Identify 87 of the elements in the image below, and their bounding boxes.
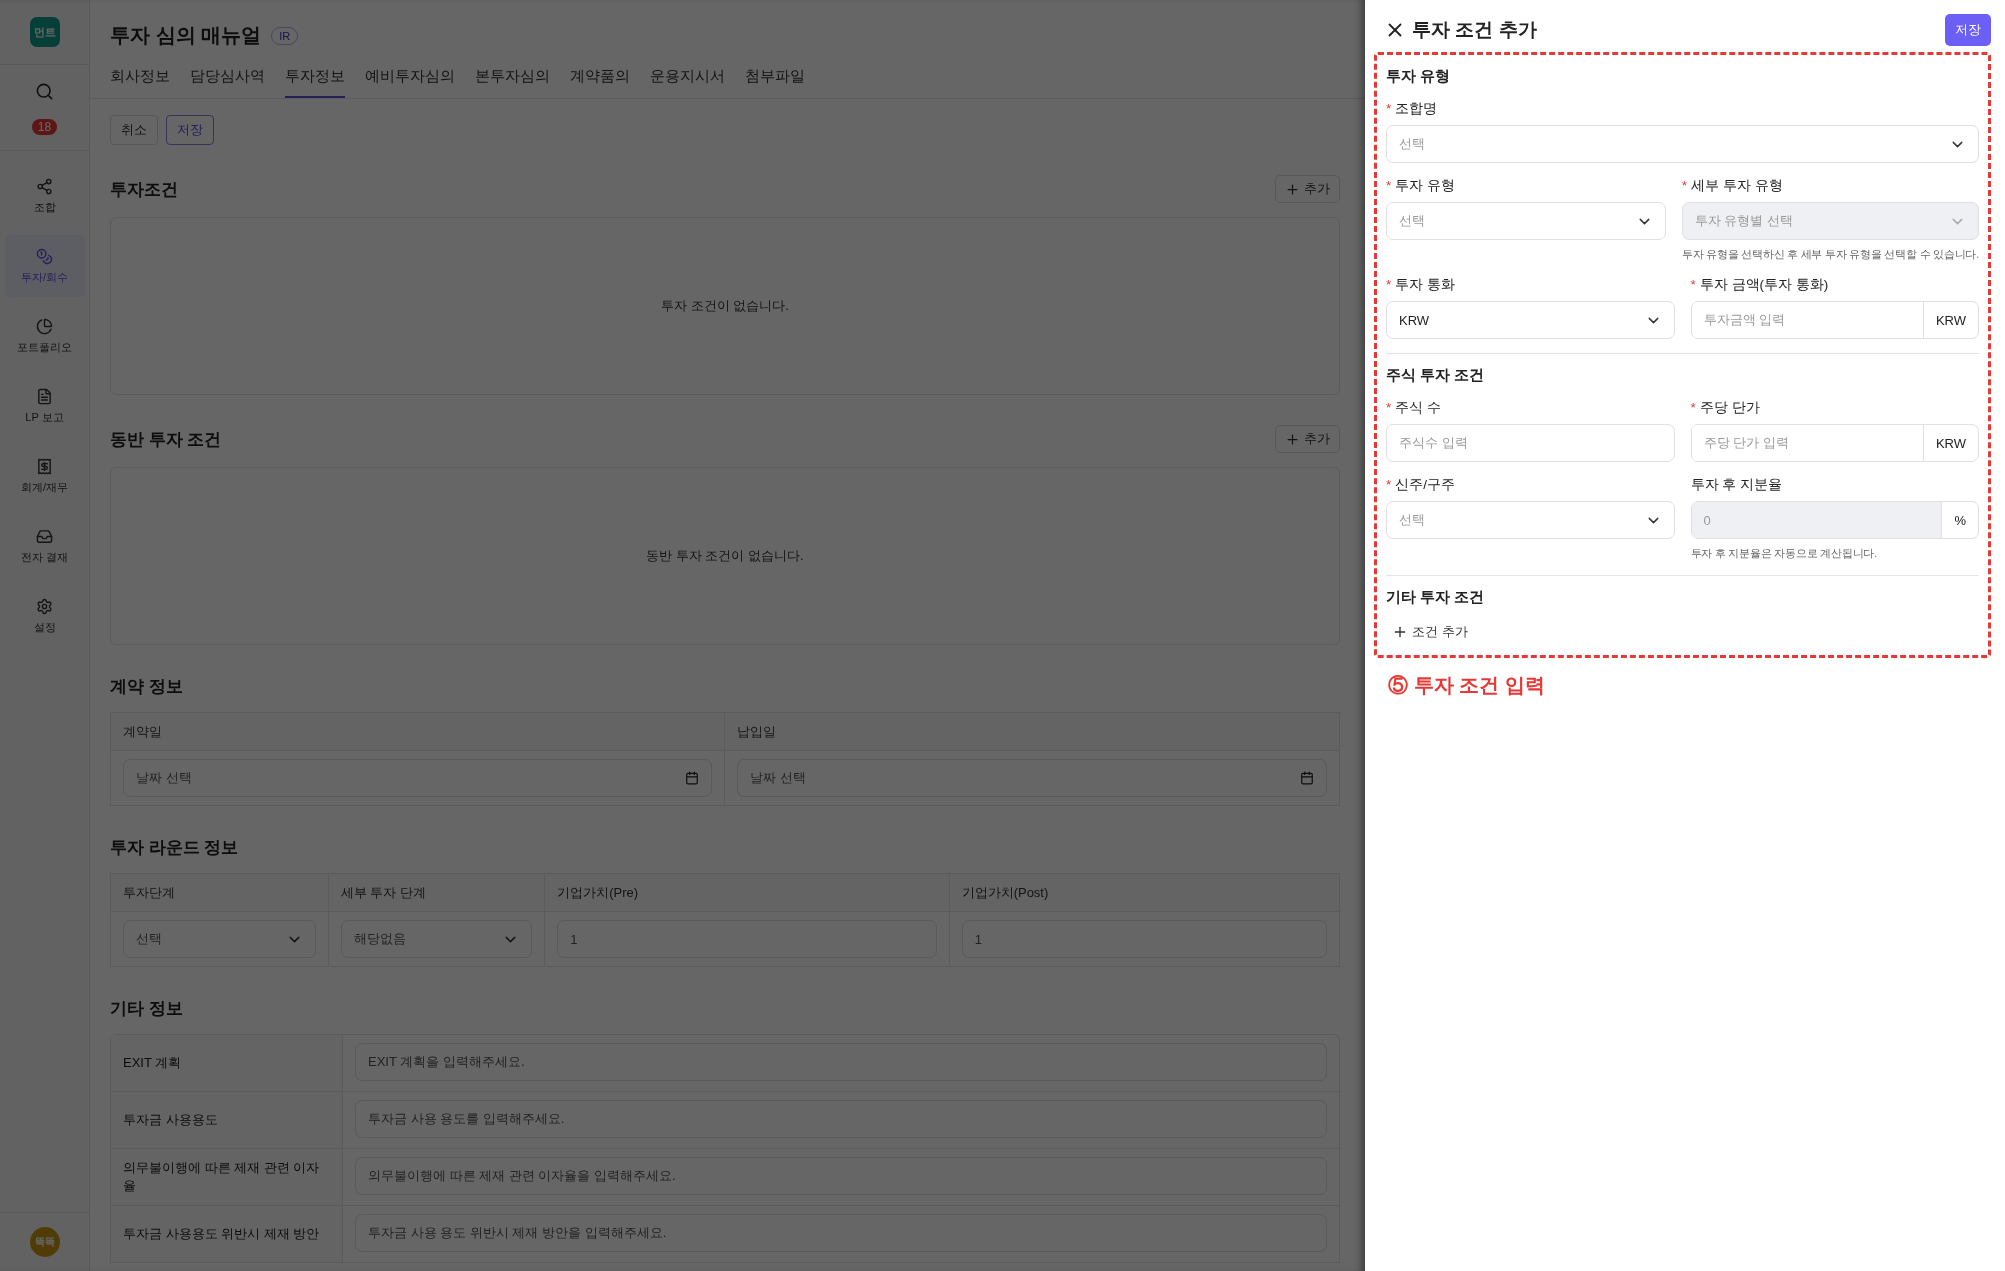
tab[interactable]: 투자정보 [285, 61, 345, 98]
plus-icon [1392, 624, 1408, 640]
field-label: * 세부 투자 유형 [1681, 177, 1784, 195]
column-header: 세부 투자 단계 [328, 874, 546, 912]
input-field[interactable]: EXIT 계획을 입력해주세요. [355, 1043, 1327, 1081]
sidebar-item[interactable]: LP 보고 [4, 375, 85, 437]
input-field[interactable]: 투자금 사용 용도를 입력해주세요. [355, 1100, 1327, 1138]
field-label: * 신주/구주 [1386, 476, 1457, 494]
field-label: * 투자 금액(투자 통화) [1690, 276, 1830, 294]
group-title: 투자 유형 [1386, 67, 1452, 86]
section-title: 투자조건 [110, 178, 178, 201]
coins-icon [36, 247, 53, 265]
save-button[interactable]: 저장 [166, 115, 214, 145]
column-header: 투자단계 [111, 874, 329, 912]
input-field[interactable]: 주당 단가 입력 KRW [1690, 424, 1979, 462]
field-label: * 투자 유형 [1386, 177, 1457, 195]
input-field[interactable]: 1 [557, 920, 937, 958]
calendar-icon [685, 771, 699, 785]
document-icon [36, 387, 53, 405]
field-label: * 주식 수 [1386, 399, 1443, 417]
sidebar-item[interactable]: 포트폴리오 [4, 305, 85, 367]
row-label: EXIT 계획 [111, 1035, 343, 1091]
section-title: 계약 정보 [110, 676, 183, 698]
sidebar-item[interactable]: 회계/재무 [4, 445, 85, 507]
date-field[interactable]: 날짜 선택 [123, 759, 712, 797]
tab[interactable]: 예비투자심의 [365, 61, 455, 98]
unit-label: KRW [1922, 302, 1978, 338]
select-field[interactable]: KRW [1386, 301, 1675, 339]
group-title: 주식 투자 조건 [1386, 366, 1486, 385]
page-title: 투자 심의 매뉴얼 [110, 23, 262, 48]
unit-label: KRW [1922, 425, 1978, 461]
tab[interactable]: 계약품의 [570, 61, 630, 98]
sidebar-item[interactable]: 설정 [4, 585, 85, 647]
add-button[interactable]: 추가 [1275, 175, 1340, 203]
field-label: * 주당 단가 [1690, 399, 1761, 417]
plus-icon [1285, 181, 1300, 197]
group-title: 기타 투자 조건 [1386, 588, 1486, 607]
sidebar-item[interactable]: 조합 [4, 165, 85, 227]
empty-message: 투자 조건이 없습니다. [661, 297, 789, 315]
pie-chart-icon [36, 317, 53, 335]
settings-icon [36, 597, 53, 615]
section-title: 기타 정보 [110, 998, 183, 1020]
add-button[interactable]: 추가 [1275, 425, 1340, 453]
helper-text: 투자 유형을 선택하신 후 세부 투자 유형을 선택할 수 있습니다. [1681, 248, 1979, 262]
input-field[interactable]: 의무불이행에 따른 제재 관련 이자율을 입력해주세요. [355, 1157, 1327, 1195]
user-avatar[interactable]: 똑똑 [29, 1227, 60, 1257]
input-field[interactable]: 투자금액 입력 KRW [1690, 301, 1979, 339]
field-label: * 조합명 [1386, 100, 1439, 118]
date-field[interactable]: 날짜 선택 [737, 759, 1327, 797]
tab[interactable]: 본투자심의 [475, 61, 550, 98]
select-field[interactable]: 선택 [1386, 125, 1979, 163]
select-field[interactable]: 선택 [1386, 202, 1666, 240]
annotation-label: ⑤ 투자 조건 입력 [1388, 673, 1546, 698]
inbox-icon [36, 527, 53, 545]
column-header: 기업가치(Pre) [545, 874, 950, 912]
sidebar-item[interactable]: 전자 결재 [4, 515, 85, 577]
cancel-button[interactable]: 취소 [110, 115, 158, 145]
input-field[interactable]: 주식수 입력 [1386, 424, 1675, 462]
unit-label: % [1941, 502, 1978, 538]
app-logo[interactable]: 먼트 [29, 17, 60, 47]
tab[interactable]: 회사정보 [110, 61, 170, 98]
input-field[interactable]: 1 [961, 920, 1327, 958]
tab[interactable]: 첨부파일 [745, 61, 805, 98]
nodes-icon [36, 177, 53, 195]
select-field[interactable]: 해당없음 [340, 920, 533, 958]
section-title: 투자 라운드 정보 [110, 837, 239, 859]
add-condition-button[interactable]: 조건 추가 [1392, 623, 1468, 641]
panel-title: 투자 조건 추가 [1412, 18, 1537, 42]
tab[interactable]: 담당심사역 [190, 61, 265, 98]
search-icon[interactable] [35, 82, 54, 101]
field-label: 투자 후 지분율 [1690, 476, 1783, 494]
plus-icon [1285, 431, 1300, 447]
sidebar-item[interactable]: 투자/회수 [4, 235, 85, 297]
tag-badge: IR [271, 26, 299, 45]
empty-message: 동반 투자 조건이 없습니다. [646, 547, 804, 565]
tab[interactable]: 운용지시서 [650, 61, 725, 98]
calendar-icon [1300, 771, 1314, 785]
notification-badge[interactable]: 18 [31, 119, 58, 135]
save-button[interactable]: 저장 [1945, 14, 1991, 46]
receipt-icon [36, 457, 53, 475]
input-field[interactable]: 투자금 사용 용도 위반시 제재 방안을 입력해주세요. [355, 1214, 1327, 1252]
select-field[interactable]: 선택 [1386, 501, 1675, 539]
column-header: 계약일 [111, 713, 725, 751]
field-label: * 투자 통화 [1386, 276, 1457, 294]
select-field[interactable]: 선택 [123, 920, 316, 958]
section-title: 동반 투자 조건 [110, 428, 222, 451]
helper-text: 투자 후 지분율은 자동으로 계산됩니다. [1690, 547, 1878, 561]
